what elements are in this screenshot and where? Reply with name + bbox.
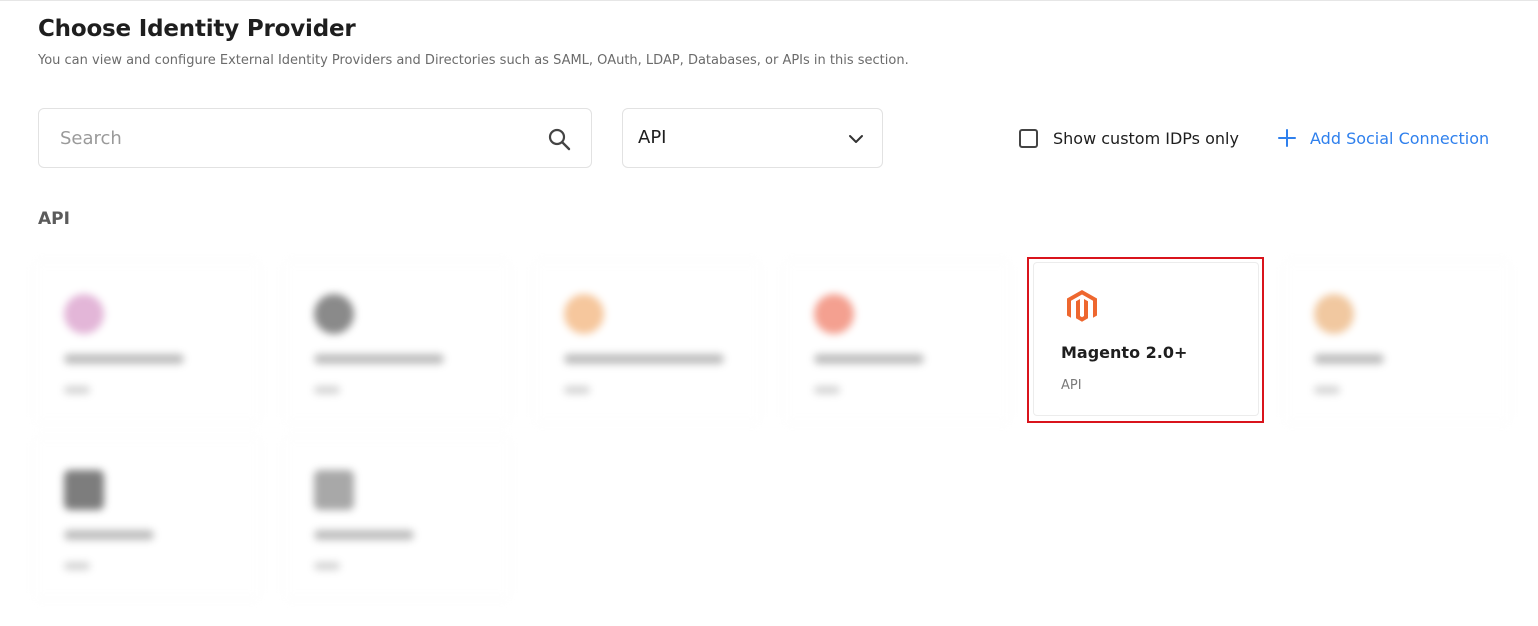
show-custom-idps-checkbox[interactable] [1019, 128, 1038, 148]
search-box [38, 108, 592, 168]
provider-name: Magento 2.0+ [1061, 343, 1188, 362]
page-subtitle: You can view and configure External Iden… [38, 53, 909, 68]
blurred-type [564, 386, 590, 394]
magento-provider-card[interactable]: Magento 2.0+ API [1033, 262, 1259, 416]
provider-logo-icon [564, 294, 604, 334]
blurred-name [564, 354, 724, 364]
provider-type: API [1061, 378, 1082, 393]
provider-grid [34, 254, 1518, 610]
blurred-provider-card[interactable] [784, 262, 1010, 422]
provider-logo-icon [64, 470, 104, 510]
provider-logo-icon [814, 294, 854, 334]
show-custom-idps-toggle[interactable]: Show custom IDPs only [1019, 127, 1239, 149]
blurred-type [314, 562, 340, 570]
show-custom-idps-label: Show custom IDPs only [1053, 128, 1239, 148]
blurred-provider-card[interactable] [284, 262, 510, 422]
blurred-type [64, 386, 90, 394]
plus-icon [1278, 129, 1296, 147]
blurred-name [314, 354, 444, 364]
blurred-type [314, 386, 340, 394]
add-social-connection-button[interactable]: Add Social Connection [1278, 127, 1489, 149]
blurred-name [1314, 354, 1384, 364]
magento-logo-icon [1067, 290, 1097, 322]
blurred-type [814, 386, 840, 394]
top-divider [0, 0, 1538, 1]
blurred-type [1314, 386, 1340, 394]
add-social-connection-label: Add Social Connection [1310, 128, 1490, 148]
page-title: Choose Identity Provider [38, 16, 356, 42]
search-input[interactable] [40, 110, 540, 166]
provider-logo-icon [314, 470, 354, 510]
provider-logo-icon [64, 294, 104, 334]
provider-type-select[interactable]: API [622, 108, 883, 168]
provider-logo-icon [314, 294, 354, 334]
identity-provider-page: Choose Identity Provider You can view an… [0, 0, 1538, 626]
section-heading: API [38, 209, 70, 229]
chevron-down-icon [849, 135, 863, 143]
blurred-name [64, 530, 154, 540]
provider-type-value: API [638, 127, 667, 148]
blurred-name [314, 530, 414, 540]
blurred-provider-card[interactable] [1284, 262, 1510, 422]
blurred-type [64, 562, 90, 570]
blurred-name [64, 354, 184, 364]
blurred-provider-card[interactable] [534, 262, 760, 422]
provider-logo-icon [1314, 294, 1354, 334]
blurred-provider-card[interactable] [34, 438, 260, 598]
blurred-name [814, 354, 924, 364]
blurred-provider-card[interactable] [284, 438, 510, 598]
search-icon[interactable] [547, 127, 571, 151]
blurred-provider-card[interactable] [34, 262, 260, 422]
